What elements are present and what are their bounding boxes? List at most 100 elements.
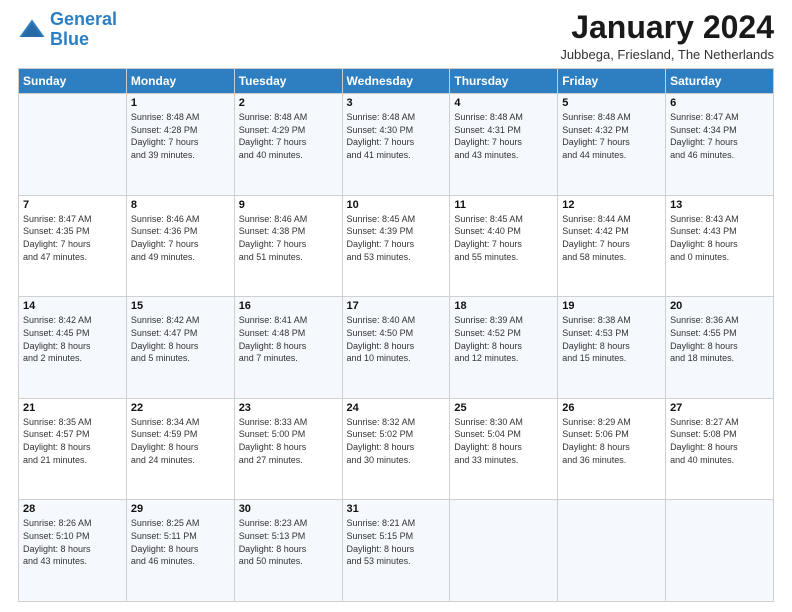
day-info: Sunrise: 8:32 AM Sunset: 5:02 PM Dayligh… (347, 416, 446, 466)
calendar-cell: 1 Sunrise: 8:48 AM Sunset: 4:28 PM Daylig… (126, 94, 234, 196)
day-info: Sunrise: 8:29 AM Sunset: 5:06 PM Dayligh… (562, 416, 661, 466)
day-header-wednesday: Wednesday (342, 69, 450, 94)
day-info: Sunrise: 8:42 AM Sunset: 4:47 PM Dayligh… (131, 314, 230, 364)
day-number: 5 (562, 97, 661, 109)
title-block: January 2024 Jubbega, Friesland, The Net… (560, 10, 774, 62)
day-number: 8 (131, 199, 230, 211)
day-number: 27 (670, 402, 769, 414)
day-info: Sunrise: 8:42 AM Sunset: 4:45 PM Dayligh… (23, 314, 122, 364)
day-info: Sunrise: 8:30 AM Sunset: 5:04 PM Dayligh… (454, 416, 553, 466)
day-number: 26 (562, 402, 661, 414)
day-info: Sunrise: 8:35 AM Sunset: 4:57 PM Dayligh… (23, 416, 122, 466)
calendar: SundayMondayTuesdayWednesdayThursdayFrid… (18, 68, 774, 602)
calendar-cell: 8 Sunrise: 8:46 AM Sunset: 4:36 PM Daylig… (126, 195, 234, 297)
day-number: 9 (239, 199, 338, 211)
month-title: January 2024 (560, 10, 774, 45)
day-info: Sunrise: 8:47 AM Sunset: 4:35 PM Dayligh… (23, 213, 122, 263)
calendar-cell: 5 Sunrise: 8:48 AM Sunset: 4:32 PM Daylig… (558, 94, 666, 196)
week-row-2: 7Sunrise: 8:47 AM Sunset: 4:35 PM Daylig… (19, 195, 774, 297)
day-number: 25 (454, 402, 553, 414)
calendar-cell: 29 Sunrise: 8:25 AM Sunset: 5:11 PM Dayli… (126, 500, 234, 602)
day-info: Sunrise: 8:33 AM Sunset: 5:00 PM Dayligh… (239, 416, 338, 466)
day-number: 1 (131, 97, 230, 109)
day-info: Sunrise: 8:38 AM Sunset: 4:53 PM Dayligh… (562, 314, 661, 364)
day-number: 10 (347, 199, 446, 211)
day-number: 2 (239, 97, 338, 109)
calendar-cell: 26 Sunrise: 8:29 AM Sunset: 5:06 PM Dayli… (558, 398, 666, 500)
day-number: 18 (454, 300, 553, 312)
calendar-cell: 23Sunrise: 8:33 AM Sunset: 5:00 PM Dayli… (234, 398, 342, 500)
day-number: 29 (131, 503, 230, 515)
day-number: 22 (131, 402, 230, 414)
week-row-5: 28 Sunrise: 8:26 AM Sunset: 5:10 PM Dayli… (19, 500, 774, 602)
logo-icon (18, 16, 46, 44)
calendar-cell: 2 Sunrise: 8:48 AM Sunset: 4:29 PM Daylig… (234, 94, 342, 196)
header: General Blue January 2024 Jubbega, Fries… (18, 10, 774, 62)
calendar-cell: 15Sunrise: 8:42 AM Sunset: 4:47 PM Dayli… (126, 297, 234, 399)
calendar-cell: 18 Sunrise: 8:39 AM Sunset: 4:52 PM Dayli… (450, 297, 558, 399)
day-info: Sunrise: 8:26 AM Sunset: 5:10 PM Dayligh… (23, 517, 122, 567)
day-number: 4 (454, 97, 553, 109)
day-number: 30 (239, 503, 338, 515)
day-number: 3 (347, 97, 446, 109)
calendar-cell: 21 Sunrise: 8:35 AM Sunset: 4:57 PM Dayli… (19, 398, 127, 500)
day-info: Sunrise: 8:36 AM Sunset: 4:55 PM Dayligh… (670, 314, 769, 364)
calendar-cell: 14 Sunrise: 8:42 AM Sunset: 4:45 PM Dayli… (19, 297, 127, 399)
day-number: 14 (23, 300, 122, 312)
week-row-3: 14 Sunrise: 8:42 AM Sunset: 4:45 PM Dayli… (19, 297, 774, 399)
day-info: Sunrise: 8:21 AM Sunset: 5:15 PM Dayligh… (347, 517, 446, 567)
day-header-sunday: Sunday (19, 69, 127, 94)
day-number: 20 (670, 300, 769, 312)
day-info: Sunrise: 8:44 AM Sunset: 4:42 PM Dayligh… (562, 213, 661, 263)
calendar-cell: 7Sunrise: 8:47 AM Sunset: 4:35 PM Daylig… (19, 195, 127, 297)
day-number: 16 (239, 300, 338, 312)
location-subtitle: Jubbega, Friesland, The Netherlands (560, 47, 774, 62)
day-number: 12 (562, 199, 661, 211)
calendar-cell (19, 94, 127, 196)
logo-text: General Blue (50, 10, 117, 50)
day-info: Sunrise: 8:40 AM Sunset: 4:50 PM Dayligh… (347, 314, 446, 364)
day-info: Sunrise: 8:45 AM Sunset: 4:39 PM Dayligh… (347, 213, 446, 263)
day-header-saturday: Saturday (666, 69, 774, 94)
day-info: Sunrise: 8:47 AM Sunset: 4:34 PM Dayligh… (670, 111, 769, 161)
calendar-cell: 19 Sunrise: 8:38 AM Sunset: 4:53 PM Dayli… (558, 297, 666, 399)
day-info: Sunrise: 8:27 AM Sunset: 5:08 PM Dayligh… (670, 416, 769, 466)
calendar-cell: 16 Sunrise: 8:41 AM Sunset: 4:48 PM Dayli… (234, 297, 342, 399)
calendar-cell: 27 Sunrise: 8:27 AM Sunset: 5:08 PM Dayli… (666, 398, 774, 500)
calendar-cell: 22Sunrise: 8:34 AM Sunset: 4:59 PM Dayli… (126, 398, 234, 500)
calendar-cell: 3 Sunrise: 8:48 AM Sunset: 4:30 PM Daylig… (342, 94, 450, 196)
day-number: 24 (347, 402, 446, 414)
day-info: Sunrise: 8:48 AM Sunset: 4:30 PM Dayligh… (347, 111, 446, 161)
calendar-cell: 17 Sunrise: 8:40 AM Sunset: 4:50 PM Dayli… (342, 297, 450, 399)
calendar-cell (450, 500, 558, 602)
calendar-cell: 9 Sunrise: 8:46 AM Sunset: 4:38 PM Daylig… (234, 195, 342, 297)
day-info: Sunrise: 8:45 AM Sunset: 4:40 PM Dayligh… (454, 213, 553, 263)
day-header-thursday: Thursday (450, 69, 558, 94)
day-number: 21 (23, 402, 122, 414)
day-info: Sunrise: 8:48 AM Sunset: 4:29 PM Dayligh… (239, 111, 338, 161)
calendar-cell: 30Sunrise: 8:23 AM Sunset: 5:13 PM Dayli… (234, 500, 342, 602)
day-header-friday: Friday (558, 69, 666, 94)
day-info: Sunrise: 8:41 AM Sunset: 4:48 PM Dayligh… (239, 314, 338, 364)
calendar-cell: 4Sunrise: 8:48 AM Sunset: 4:31 PM Daylig… (450, 94, 558, 196)
calendar-cell: 6Sunrise: 8:47 AM Sunset: 4:34 PM Daylig… (666, 94, 774, 196)
week-row-1: 1 Sunrise: 8:48 AM Sunset: 4:28 PM Daylig… (19, 94, 774, 196)
day-info: Sunrise: 8:39 AM Sunset: 4:52 PM Dayligh… (454, 314, 553, 364)
calendar-cell: 20 Sunrise: 8:36 AM Sunset: 4:55 PM Dayli… (666, 297, 774, 399)
day-info: Sunrise: 8:46 AM Sunset: 4:36 PM Dayligh… (131, 213, 230, 263)
day-headers-row: SundayMondayTuesdayWednesdayThursdayFrid… (19, 69, 774, 94)
day-info: Sunrise: 8:48 AM Sunset: 4:32 PM Dayligh… (562, 111, 661, 161)
day-header-tuesday: Tuesday (234, 69, 342, 94)
calendar-cell: 25 Sunrise: 8:30 AM Sunset: 5:04 PM Dayli… (450, 398, 558, 500)
day-number: 28 (23, 503, 122, 515)
day-info: Sunrise: 8:25 AM Sunset: 5:11 PM Dayligh… (131, 517, 230, 567)
day-info: Sunrise: 8:48 AM Sunset: 4:28 PM Dayligh… (131, 111, 230, 161)
day-number: 17 (347, 300, 446, 312)
day-info: Sunrise: 8:46 AM Sunset: 4:38 PM Dayligh… (239, 213, 338, 263)
calendar-cell (666, 500, 774, 602)
calendar-cell: 12 Sunrise: 8:44 AM Sunset: 4:42 PM Dayli… (558, 195, 666, 297)
day-header-monday: Monday (126, 69, 234, 94)
page: General Blue January 2024 Jubbega, Fries… (0, 0, 792, 612)
day-number: 19 (562, 300, 661, 312)
calendar-cell: 28 Sunrise: 8:26 AM Sunset: 5:10 PM Dayli… (19, 500, 127, 602)
